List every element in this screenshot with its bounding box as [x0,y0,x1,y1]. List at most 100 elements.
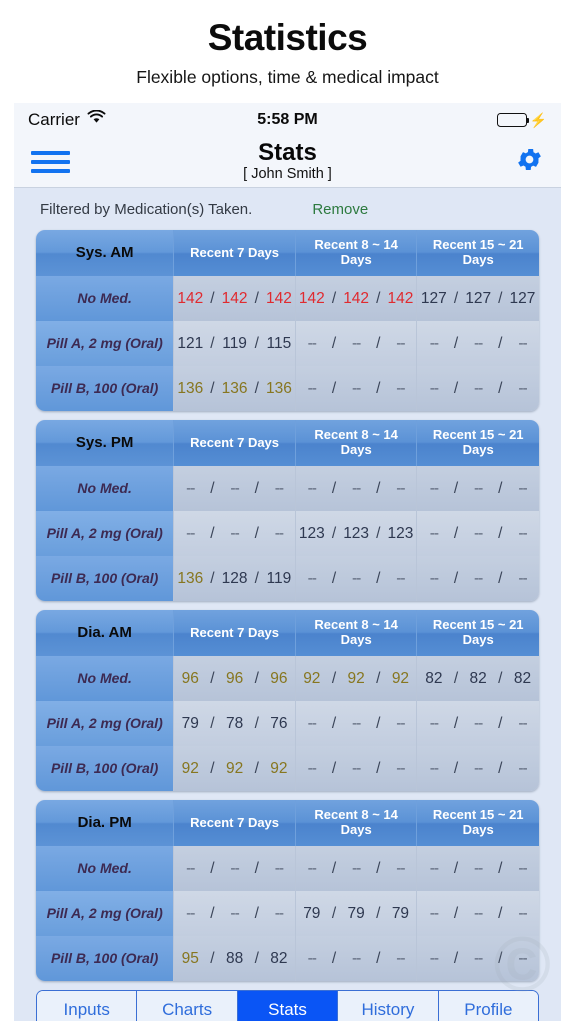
column-header: Recent 7 Days [174,800,296,846]
value-separator: / [331,859,337,877]
value: -- [429,569,439,587]
value: 78 [225,714,244,732]
value-separator: / [498,904,503,922]
value: 115 [266,334,292,352]
value: -- [474,524,483,542]
value: -- [274,904,284,922]
value: -- [429,759,439,777]
remove-filter-link[interactable]: Remove [312,201,368,218]
value: -- [396,949,405,967]
page-subtitle: Flexible options, time & medical impact [136,66,439,87]
value: -- [429,479,439,497]
row-label: Pill A, 2 mg (Oral) [36,321,175,366]
value: -- [518,479,527,497]
value-cell: -- / -- / -- [417,466,539,511]
value-separator: / [376,714,381,732]
value-cell: -- / -- / -- [417,701,539,746]
value-separator: / [331,759,337,777]
value-separator: / [331,334,337,352]
value-separator: / [254,334,259,352]
value: -- [474,949,483,967]
gear-icon[interactable] [515,145,544,179]
value-separator: / [453,759,459,777]
value: -- [396,479,405,497]
value-separator: / [453,904,459,922]
value-cell: 79 / 79 / 79 [295,891,418,936]
hamburger-menu-icon[interactable] [31,150,70,173]
value-cell: -- / -- / -- [417,936,539,981]
value: -- [474,379,483,397]
value: 136 [221,379,248,397]
value-separator: / [254,479,259,497]
value: 119 [222,334,247,352]
value-cell: 136 / 136 / 136 [174,366,296,411]
value-separator: / [331,569,337,587]
value-cell: -- / -- / -- [174,466,296,511]
tab-profile[interactable]: Profile [438,991,538,1021]
value: 142 [265,289,292,307]
column-header: Recent 15 ~ 21 Days [417,230,539,276]
value: -- [518,714,527,732]
table-row[interactable]: Pill A, 2 mg (Oral) -- / -- / -- 79/79/79 -- / --… [36,891,539,936]
table-row[interactable]: No Med. 142/142/142 142/142/142 127/127/127 [36,276,539,321]
value: -- [396,569,405,587]
value-separator: / [254,289,259,307]
value: -- [186,524,195,542]
table-row[interactable]: No Med. -- / -- / -- -- / -- / -- -- / -- / -- [36,846,539,891]
column-header: Recent 8 ~ 14 Days [295,800,418,846]
status-bar-time: 5:58 PM [257,110,318,128]
value: -- [518,759,527,777]
value-separator: / [210,949,215,967]
value: -- [307,334,317,352]
value: -- [351,479,361,497]
value: 123 [298,524,325,542]
stats-tables: Sys. AM Recent 7 Days Recent 8 ~ 14 Days Re… [26,230,549,981]
table-row[interactable]: Pill A, 2 mg (Oral) 121/119/115 -- / -- / -- --… [36,321,539,366]
value-separator: / [254,379,259,397]
row-label: No Med. [36,656,175,701]
value: 142 [387,289,414,307]
value: -- [429,949,439,967]
table-header-row: Sys. PM Recent 7 Days Recent 8 ~ 14 Days Re… [36,420,539,466]
value-cell: 127 / 127 / 127 [417,276,539,321]
value: -- [474,479,483,497]
value-separator: / [453,379,459,397]
value: -- [474,714,483,732]
table-row[interactable]: No Med. -- / -- / -- -- / -- / -- -- / -- / -- [36,466,539,511]
value: -- [429,859,439,877]
table-row[interactable]: Pill A, 2 mg (Oral) 79/78/76 -- / -- / -- -- / --… [36,701,539,746]
value-cell: -- / -- / -- [417,846,539,891]
table-row[interactable]: Pill B, 100 (Oral) 92 / 92 / 92 -- / -- / -- -- / -- /… [36,746,539,791]
tab-history[interactable]: History [338,991,439,1021]
filter-bar: Filtered by Medication(s) Taken. Remove [26,188,549,230]
value: 127 [465,289,492,307]
table-row[interactable]: Pill B, 100 (Oral) 95 / 88 / 82 -- / -- / -- -- / -- /… [36,936,539,981]
row-label: Pill A, 2 mg (Oral) [36,891,175,936]
table-row[interactable]: No Med. 96 / 96 / 96 92 / 92 / 92 82 / 82 / 82 [36,656,539,701]
tab-inputs[interactable]: Inputs [37,991,138,1021]
table-row[interactable]: Pill A, 2 mg (Oral) -- / -- / -- 123/123/123 --… [36,511,539,556]
tab-stats[interactable]: Stats [237,991,339,1021]
value: 95 [181,949,199,967]
value-separator: / [210,289,215,307]
status-bar-right: ⚡ [496,112,547,127]
stat-table: Dia. PM Recent 7 Days Recent 8 ~ 14 Days Re… [36,800,539,981]
stat-table: Sys. AM Recent 7 Days Recent 8 ~ 14 Days Re… [36,230,539,411]
value-separator: / [331,289,337,307]
value: -- [274,859,284,877]
value-separator: / [331,949,337,967]
row-label: Pill B, 100 (Oral) [36,556,175,601]
value-cell: 79 / 78 / 76 [174,701,296,746]
value-separator: / [498,569,503,587]
value: -- [230,479,239,497]
table-row[interactable]: Pill B, 100 (Oral) 136 / 128 / 119 -- / -- / -- -- /… [36,556,539,601]
value-cell: 92 / 92 / 92 [295,656,418,701]
value-separator: / [254,524,259,542]
value-cell: 142 / 142 / 142 [174,276,296,321]
value: 79 [391,904,410,922]
tab-charts[interactable]: Charts [137,991,238,1021]
value-cell: 121 / 119 / 115 [174,321,296,366]
table-row[interactable]: Pill B, 100 (Oral) 136/136/136 -- / -- / -- -- /… [36,366,539,411]
value: 92 [270,759,288,777]
value: -- [429,714,439,732]
